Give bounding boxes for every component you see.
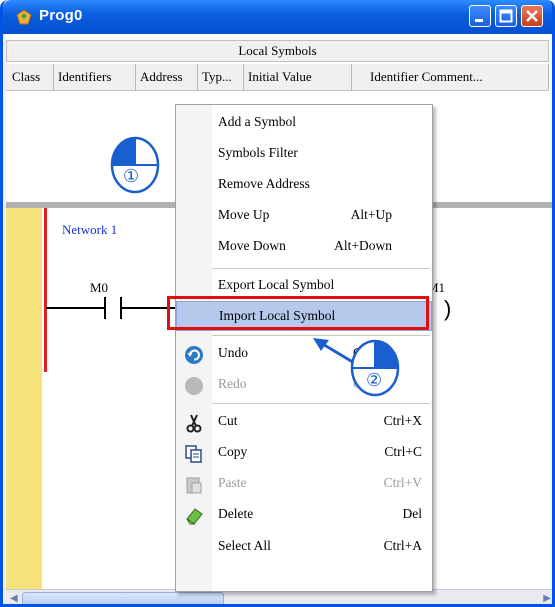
contact-label: M0 — [90, 280, 109, 295]
menu-item-shortcut: Ctrl+C — [384, 444, 422, 459]
menu-item-label: Export Local Symbol — [218, 277, 335, 292]
minimize-icon — [475, 19, 483, 22]
menu-item-copy[interactable]: Copy Ctrl+C — [176, 438, 432, 468]
contact-left-bar — [104, 297, 106, 319]
scroll-right-icon[interactable]: ▶ — [543, 593, 551, 604]
column-identifier-comment[interactable]: Identifier Comment... — [352, 64, 549, 90]
menu-item-shortcut: Ctrl+V — [383, 475, 422, 490]
ladder-margin — [6, 208, 42, 604]
scissors-icon — [186, 414, 202, 433]
column-address[interactable]: Address — [136, 64, 198, 90]
symbols-group-header: Local Symbols — [6, 40, 549, 62]
redo-icon — [185, 377, 203, 395]
menu-item-cut[interactable]: Cut Ctrl+X — [176, 407, 432, 437]
menu-item-label: Undo — [218, 345, 248, 360]
close-icon — [526, 10, 538, 22]
menu-item-symbols-filter[interactable]: Symbols Filter — [176, 139, 432, 169]
menu-item-shortcut: Ctrl+X — [383, 413, 422, 428]
power-rail — [44, 208, 47, 372]
menu-item-label: Cut — [218, 413, 238, 428]
callout-2-number: ② — [366, 370, 383, 391]
program-icon — [16, 9, 32, 25]
menu-item-shortcut: Alt+Up — [350, 207, 392, 222]
column-initial-value[interactable]: Initial Value — [244, 64, 352, 90]
menu-item-label: Remove Address — [218, 176, 310, 191]
minimize-button[interactable] — [469, 5, 491, 27]
menu-item-add-symbol[interactable]: Add a Symbol — [176, 108, 432, 138]
title-bar[interactable]: Prog0 — [3, 0, 552, 34]
window-title: Prog0 — [39, 7, 83, 24]
menu-item-shortcut: Ctrl+A — [383, 538, 422, 553]
menu-item-move-up[interactable]: Move Up Alt+Up — [176, 201, 432, 231]
undo-icon — [185, 346, 203, 364]
menu-item-label: Paste — [218, 475, 247, 490]
rung-wire — [46, 307, 106, 309]
callout-1-number: ① — [123, 166, 140, 187]
maximize-icon — [499, 9, 513, 23]
menu-item-label: Add a Symbol — [218, 114, 297, 129]
menu-item-delete[interactable]: Delete Del — [176, 500, 432, 530]
program-window: Prog0 Local Symbols Class Identifiers Ad… — [0, 0, 555, 607]
symbols-column-header: Class Identifiers Address Typ... Initial… — [6, 64, 549, 91]
menu-item-shortcut: Del — [402, 506, 423, 521]
network-label[interactable]: Network 1 — [62, 222, 117, 238]
menu-item-paste[interactable]: Paste Ctrl+V — [176, 469, 432, 499]
scroll-left-icon[interactable]: ◀ — [10, 593, 18, 604]
menu-item-shortcut: Alt+Down — [334, 238, 392, 253]
menu-item-label: Symbols Filter — [218, 145, 298, 160]
eraser-icon — [186, 508, 203, 525]
menu-item-select-all[interactable]: Select All Ctrl+A — [176, 532, 432, 562]
menu-item-label: Select All — [218, 538, 271, 553]
column-type[interactable]: Typ... — [198, 64, 244, 90]
menu-item-label: Move Up — [218, 207, 270, 222]
menu-item-move-down[interactable]: Move Down Alt+Down — [176, 232, 432, 262]
column-class[interactable]: Class — [8, 64, 54, 90]
menu-item-label: Delete — [218, 506, 254, 521]
menu-item-label: Redo — [218, 376, 247, 391]
coil-symbol: ) — [444, 296, 452, 321]
scrollbar-thumb[interactable] — [22, 592, 224, 604]
close-button[interactable] — [521, 5, 543, 27]
maximize-button[interactable] — [495, 5, 517, 27]
column-identifiers[interactable]: Identifiers — [54, 64, 136, 90]
menu-item-label: Move Down — [218, 238, 286, 253]
copy-icon — [185, 445, 202, 463]
menu-separator — [212, 268, 430, 269]
paste-icon — [186, 477, 202, 494]
menu-separator — [212, 403, 430, 404]
menu-item-remove-address[interactable]: Remove Address — [176, 170, 432, 200]
menu-item-label: Copy — [218, 444, 248, 459]
annotation-highlight-box — [167, 296, 429, 330]
